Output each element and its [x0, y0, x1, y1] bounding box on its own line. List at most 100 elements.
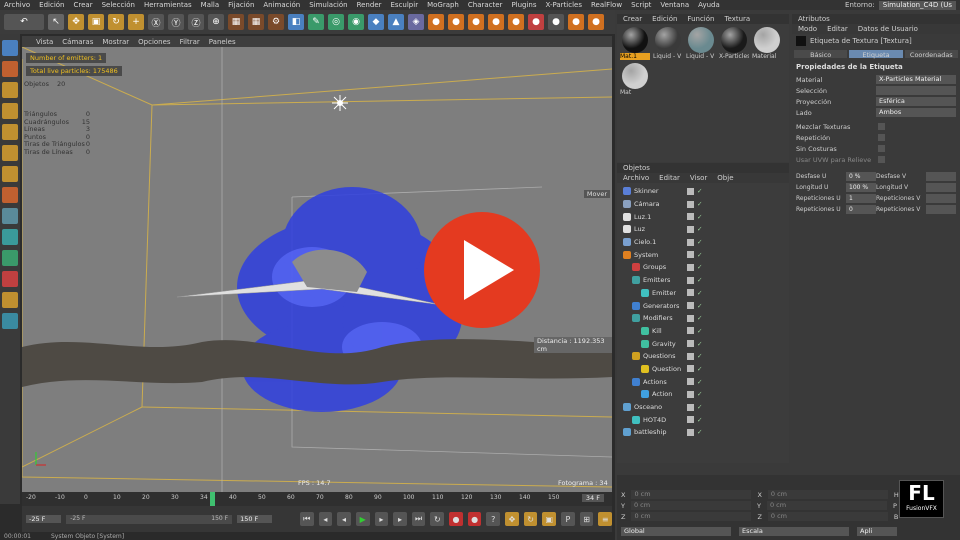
- xp-more-icon[interactable]: ●: [548, 14, 564, 30]
- timeline-playhead[interactable]: [210, 492, 215, 506]
- viewport-menu-1[interactable]: Cámaras: [62, 38, 93, 46]
- xp-system-icon[interactable]: ●: [428, 14, 444, 30]
- object-row[interactable]: Emitter ✓: [617, 287, 789, 300]
- menu-8[interactable]: Simulación: [309, 1, 347, 9]
- coord-value[interactable]: 0 cm: [630, 501, 751, 510]
- object-row[interactable]: Cielo.1 ✓: [617, 236, 789, 249]
- scale-icon[interactable]: ▣: [88, 14, 104, 30]
- object-row[interactable]: Gravity ✓: [617, 337, 789, 350]
- visibility-toggle[interactable]: [687, 187, 694, 195]
- enable-check-icon[interactable]: ✓: [697, 251, 702, 259]
- model-mode-icon[interactable]: [2, 40, 18, 56]
- coord-mode-0[interactable]: Global: [621, 527, 731, 536]
- material-swatch[interactable]: X-Particles: [719, 27, 749, 60]
- visibility-toggle[interactable]: [687, 403, 694, 411]
- play-forward-icon[interactable]: ▶: [355, 512, 370, 526]
- attribute-checkbox[interactable]: [878, 134, 885, 141]
- coord-size[interactable]: 0 cm: [766, 501, 887, 510]
- object-row[interactable]: battleship ✓: [617, 426, 789, 439]
- enable-check-icon[interactable]: ✓: [697, 200, 702, 208]
- render-settings-icon[interactable]: ⚙: [268, 14, 284, 30]
- visibility-toggle[interactable]: [687, 327, 694, 335]
- uv-field-value[interactable]: 0: [846, 205, 876, 214]
- end-frame-field[interactable]: 150 F: [237, 515, 273, 523]
- camera-icon[interactable]: ◈: [408, 14, 424, 30]
- enable-check-icon[interactable]: ✓: [697, 302, 702, 310]
- timeline-end-field[interactable]: 34 F: [581, 494, 604, 502]
- menu-10[interactable]: Esculpir: [391, 1, 419, 9]
- undo-icon[interactable]: ↶: [4, 14, 44, 30]
- timeline-window-icon[interactable]: ≡: [598, 512, 613, 526]
- viewport-menu-3[interactable]: Opciones: [138, 38, 170, 46]
- key-param-icon[interactable]: P: [561, 512, 575, 526]
- edges-mode-icon[interactable]: [2, 103, 18, 119]
- menu-4[interactable]: Herramientas: [144, 1, 192, 9]
- enable-check-icon[interactable]: ✓: [697, 225, 702, 233]
- axis-y-icon[interactable]: Ⓨ: [168, 14, 184, 30]
- coord-mode-2[interactable]: Apli: [857, 527, 897, 536]
- visibility-toggle[interactable]: [687, 251, 694, 259]
- attribute-check-row[interactable]: Sin Costuras: [796, 143, 960, 154]
- menu-5[interactable]: Malla: [201, 1, 220, 9]
- scene-icon[interactable]: ▲: [388, 14, 404, 30]
- axis-x-icon[interactable]: Ⓧ: [148, 14, 164, 30]
- goto-end-icon[interactable]: ⏭: [411, 512, 426, 526]
- render-view-icon[interactable]: ▦: [248, 14, 264, 30]
- range-slider[interactable]: -25 F 150 F: [66, 514, 233, 524]
- visibility-toggle[interactable]: [687, 416, 694, 424]
- material-swatch[interactable]: Liquid - V: [686, 27, 716, 60]
- enable-check-icon[interactable]: ✓: [697, 428, 702, 436]
- deformer-icon[interactable]: ◆: [368, 14, 384, 30]
- visibility-toggle[interactable]: [687, 213, 694, 221]
- uv-field-value[interactable]: [926, 183, 956, 192]
- attribute-tab[interactable]: Etiqueta: [849, 50, 903, 59]
- uv-mode-icon[interactable]: [2, 145, 18, 161]
- cube-icon[interactable]: ◧: [288, 14, 304, 30]
- attribute-checkbox[interactable]: [878, 156, 885, 163]
- uv-field-value[interactable]: [926, 194, 956, 203]
- points-mode-icon[interactable]: [2, 82, 18, 98]
- uv-field-value[interactable]: [926, 172, 956, 181]
- enable-check-icon[interactable]: ✓: [697, 238, 702, 246]
- render-icon[interactable]: ▦: [228, 14, 244, 30]
- object-row[interactable]: Luz ✓: [617, 223, 789, 236]
- material-swatch[interactable]: Mat.1: [620, 27, 650, 60]
- xp-emitter-icon[interactable]: ●: [448, 14, 464, 30]
- enable-check-icon[interactable]: ✓: [697, 187, 702, 195]
- polygons-mode-icon[interactable]: [2, 124, 18, 140]
- key-rot-icon[interactable]: ↻: [523, 512, 538, 526]
- visibility-toggle[interactable]: [687, 225, 694, 233]
- prev-frame-icon[interactable]: ◂: [337, 512, 351, 526]
- xp-cache-icon[interactable]: ●: [528, 14, 544, 30]
- visibility-toggle[interactable]: [687, 314, 694, 322]
- visibility-toggle[interactable]: [687, 428, 694, 436]
- menu-2[interactable]: Crear: [74, 1, 93, 9]
- enable-check-icon[interactable]: ✓: [697, 365, 702, 373]
- attribute-menu-2[interactable]: Datos de Usuario: [858, 25, 918, 33]
- array-icon[interactable]: ◉: [348, 14, 364, 30]
- menu-3[interactable]: Selección: [102, 1, 135, 9]
- key-scale-icon[interactable]: ▣: [542, 512, 557, 526]
- enable-check-icon[interactable]: ✓: [697, 416, 702, 424]
- object-row[interactable]: Skinner ✓: [617, 185, 789, 198]
- object-menu-2[interactable]: Visor: [690, 174, 707, 182]
- object-menu-3[interactable]: Obje: [717, 174, 733, 182]
- enable-check-icon[interactable]: ✓: [697, 263, 702, 271]
- menu-14[interactable]: X-Particles: [546, 1, 582, 9]
- object-row[interactable]: Modifiers ✓: [617, 312, 789, 325]
- enable-check-icon[interactable]: ✓: [697, 314, 702, 322]
- enable-check-icon[interactable]: ✓: [697, 276, 702, 284]
- viewport-menu-5[interactable]: Paneles: [209, 38, 236, 46]
- menu-17[interactable]: Ventana: [660, 1, 689, 9]
- key-pla-icon[interactable]: ⊞: [579, 512, 594, 526]
- material-swatch[interactable]: Mat: [620, 63, 650, 96]
- coord-size[interactable]: 0 cm: [767, 490, 888, 499]
- visibility-toggle[interactable]: [687, 340, 694, 348]
- coords-icon[interactable]: ⊕: [208, 14, 224, 30]
- uv-field-value[interactable]: [926, 205, 956, 214]
- coord-value[interactable]: 0 cm: [631, 512, 752, 521]
- object-menu-1[interactable]: Editar: [659, 174, 680, 182]
- menu-7[interactable]: Animación: [263, 1, 300, 9]
- object-row[interactable]: Osceano ✓: [617, 401, 789, 414]
- visibility-toggle[interactable]: [687, 365, 694, 373]
